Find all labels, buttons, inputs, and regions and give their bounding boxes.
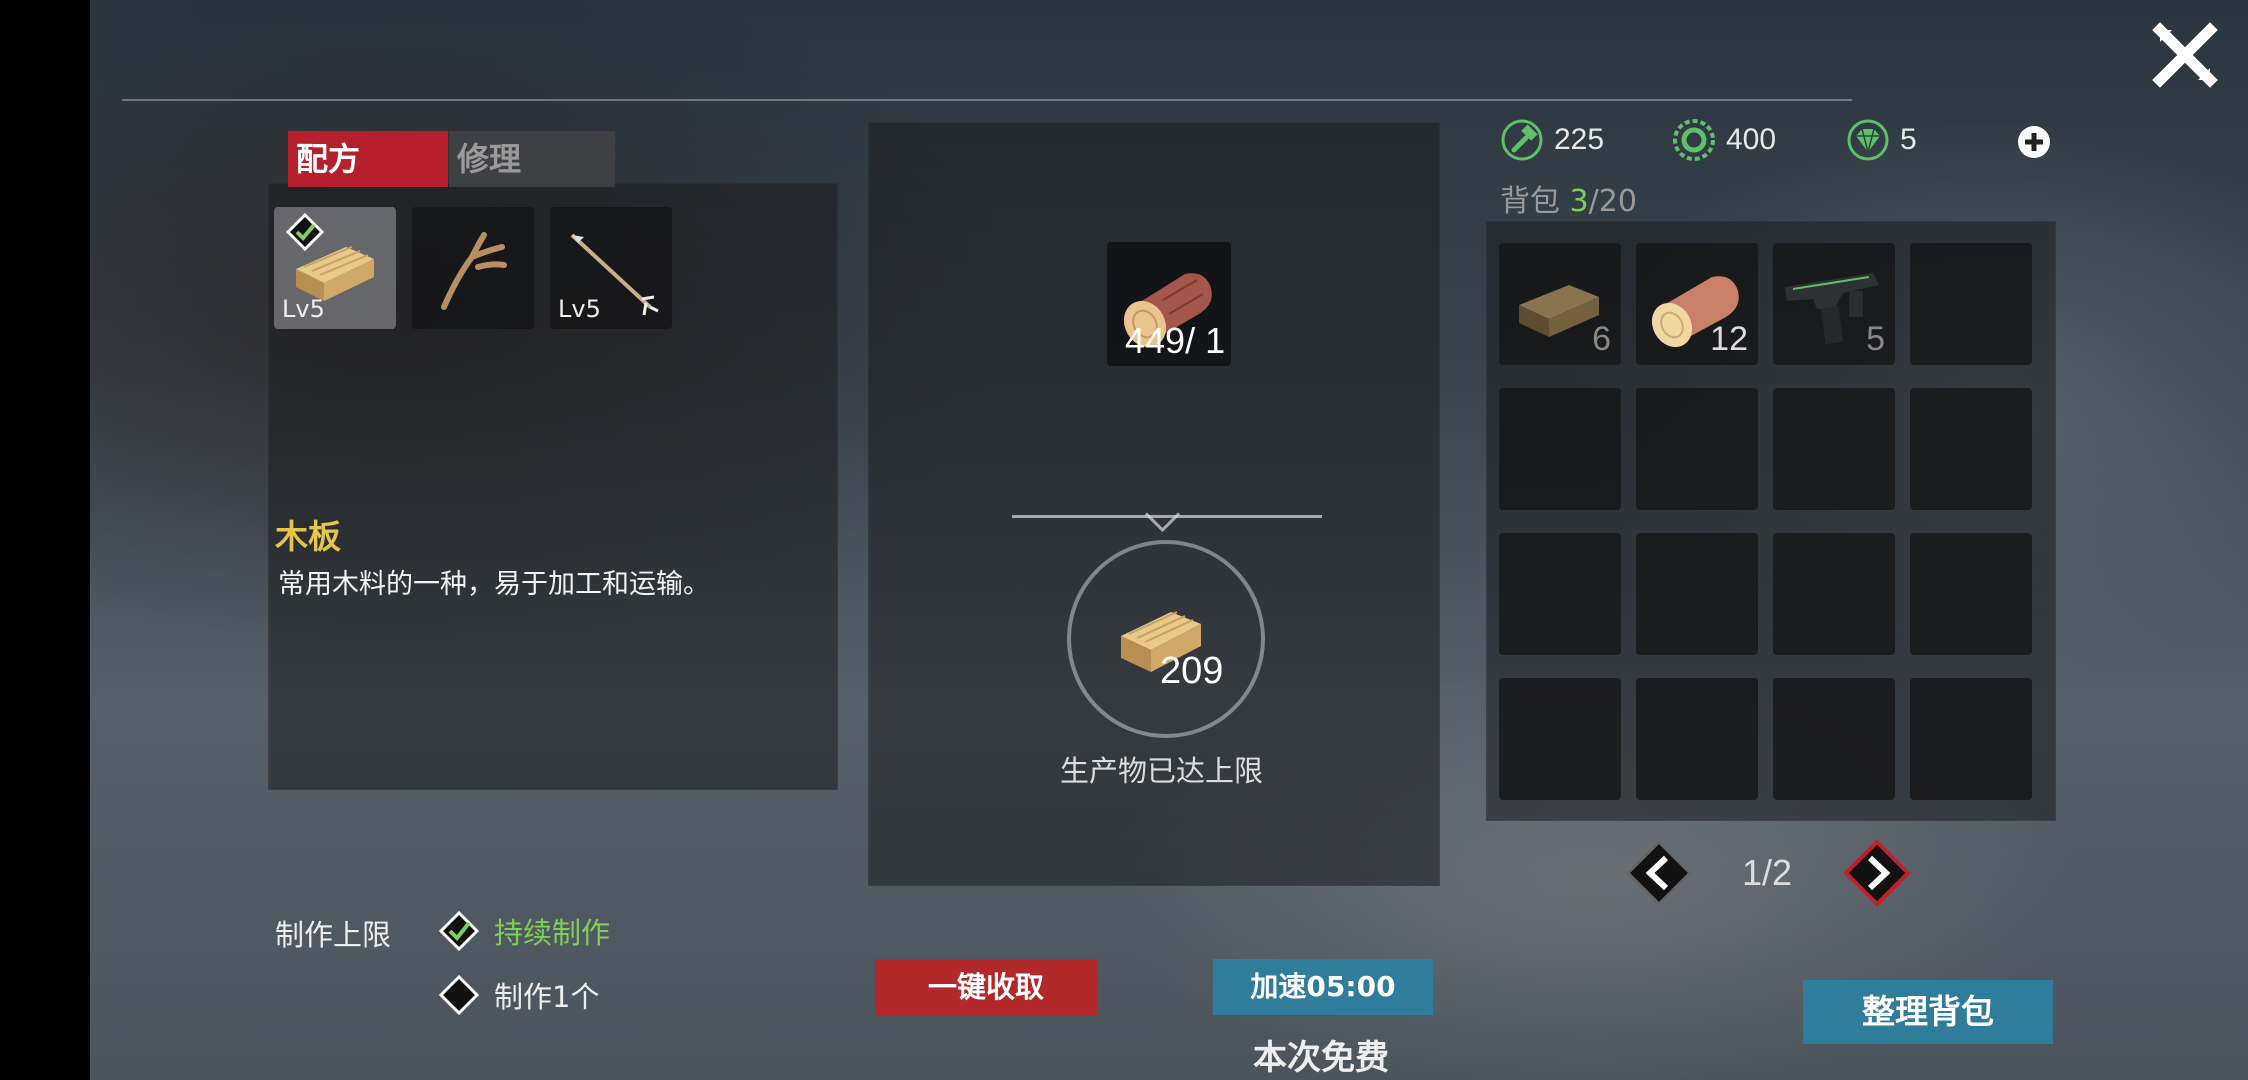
option-continuous-label: 持续制作 [494, 916, 611, 950]
checkbox-empty-icon [438, 974, 480, 1016]
option-continuous[interactable]: 持续制作 [438, 910, 610, 952]
check-icon [286, 213, 324, 251]
backpack-current: 3 [1569, 184, 1589, 219]
backpack-slot-empty[interactable] [1636, 533, 1758, 655]
backpack-slot-empty[interactable] [1910, 243, 2032, 365]
recipe-level: Lv5 [558, 295, 601, 323]
backpack-slot-empty[interactable] [1773, 388, 1895, 510]
currency-value: 400 [1726, 123, 1777, 156]
craft-limit-label: 制作上限 [275, 918, 392, 952]
backpack-slot-empty[interactable] [1910, 533, 2032, 655]
recipe-slot-wood-plank[interactable]: Lv5 [274, 207, 396, 329]
backpack-label: 背包 3/20 [1500, 176, 1637, 220]
currency-gear: 400 [1672, 118, 1776, 162]
backpack-capacity: /20 [1588, 184, 1637, 219]
hammer-icon [1501, 119, 1543, 161]
material-slot[interactable]: 449/ 1 [1107, 242, 1231, 366]
plus-icon [2018, 126, 2050, 158]
backpack-slot-empty[interactable] [1910, 388, 2032, 510]
backpack-title: 背包 [1500, 184, 1560, 219]
tab-recipe[interactable]: 配方 [288, 131, 448, 187]
product-count: 209 [1160, 650, 1224, 692]
chevron-right-icon [1843, 839, 1911, 907]
backpack-slot-empty[interactable] [1773, 533, 1895, 655]
currency-hammer: 225 [1500, 118, 1604, 162]
branch-icon [441, 232, 507, 310]
backpack-slot[interactable]: 12 [1636, 243, 1758, 365]
backpack-slot-empty[interactable] [1499, 533, 1621, 655]
page-indicator: 1/2 [1742, 852, 1793, 893]
wood-plank-icon [1121, 611, 1201, 672]
backpack-slot[interactable]: 6 [1499, 243, 1621, 365]
recipe-level: Lv5 [282, 295, 325, 323]
item-count: 5 [1866, 320, 1885, 358]
currency-value: 225 [1554, 123, 1605, 156]
tab-repair[interactable]: 修理 [449, 131, 615, 187]
free-note: 本次免费 [1253, 1038, 1389, 1078]
header-divider [122, 99, 1852, 101]
organize-backpack-button[interactable]: 整理背包 [1803, 980, 2053, 1044]
option-one-label: 制作1个 [494, 980, 600, 1014]
gear-coin-icon [1673, 119, 1715, 161]
product-slot[interactable] [1067, 540, 1265, 738]
backpack-slot-empty[interactable] [1636, 388, 1758, 510]
currency-value: 5 [1900, 123, 1917, 156]
recipe-slot-arrow[interactable]: Lv5 [550, 207, 672, 329]
chevron-left-icon [1625, 839, 1693, 907]
speedup-button[interactable]: 加速05:00 [1213, 959, 1433, 1015]
backpack-slot-empty[interactable] [1773, 678, 1895, 800]
collect-all-button[interactable]: 一键收取 [875, 959, 1097, 1015]
prev-page-button[interactable] [1624, 838, 1694, 908]
backpack-slot-empty[interactable] [1499, 678, 1621, 800]
production-status: 生产物已达上限 [1060, 754, 1264, 788]
recipe-slot-branch[interactable] [412, 207, 534, 329]
material-count: 449/ 1 [1125, 320, 1226, 361]
checkbox-checked-icon [438, 910, 480, 952]
next-page-button[interactable] [1842, 838, 1912, 908]
add-currency-button[interactable] [2016, 124, 2052, 160]
backpack-slot[interactable]: 5 [1773, 243, 1895, 365]
close-button[interactable] [2150, 20, 2220, 90]
backpack-slot-empty[interactable] [1499, 388, 1621, 510]
item-name: 木板 [275, 517, 341, 556]
backpack-slot-empty[interactable] [1636, 678, 1758, 800]
item-count: 12 [1710, 320, 1748, 358]
close-icon [2152, 22, 2218, 88]
item-count: 6 [1592, 320, 1611, 358]
item-description: 常用木料的一种，易于加工和运输。 [278, 569, 710, 600]
option-one[interactable]: 制作1个 [438, 974, 599, 1016]
diamond-icon [1847, 119, 1889, 161]
backpack-slot-empty[interactable] [1910, 678, 2032, 800]
currency-diamond: 5 [1846, 118, 1917, 162]
